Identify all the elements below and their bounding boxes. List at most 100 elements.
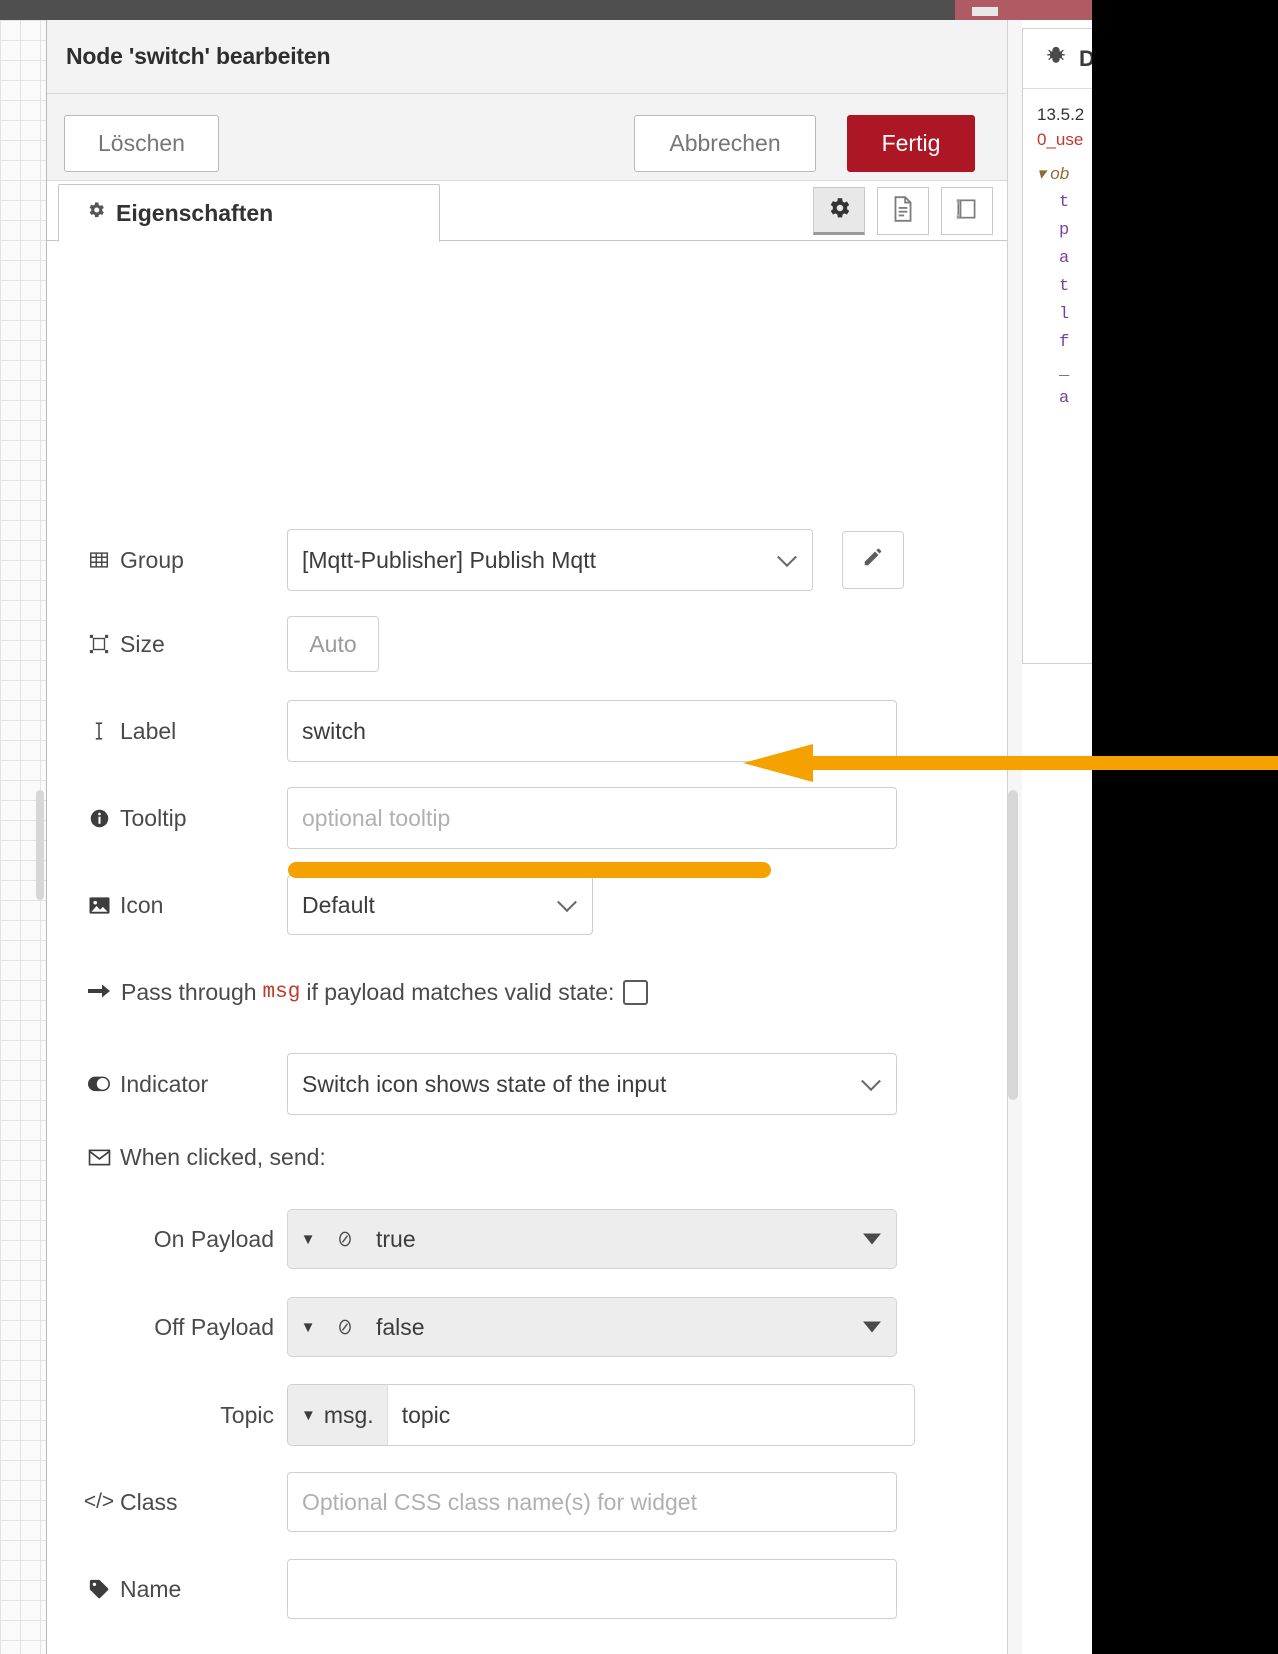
- tag-icon: [87, 1578, 111, 1600]
- topic-typed-input[interactable]: ▼ msg. topic: [287, 1384, 915, 1446]
- tab-icon-appearance[interactable]: [941, 187, 993, 235]
- label-label-wrap: Label: [47, 718, 287, 745]
- tab-icon-description[interactable]: [877, 187, 929, 235]
- indicator-value: Switch icon shows state of the input: [302, 1070, 667, 1097]
- field-row-indicator: Indicator Switch icon shows state of the…: [47, 1053, 1009, 1115]
- tab-properties[interactable]: Eigenschaften: [58, 184, 440, 242]
- pass-through-code: msg: [262, 981, 301, 1004]
- toggle-icon: [87, 1075, 111, 1093]
- delete-button[interactable]: Löschen: [64, 115, 219, 172]
- dialog-header: Node 'switch' bearbeiten: [47, 20, 1007, 94]
- topic-prefix-label: msg.: [323, 1401, 374, 1428]
- size-auto-button[interactable]: Auto: [287, 616, 379, 672]
- indicator-label: Indicator: [120, 1070, 209, 1097]
- chevron-down-icon[interactable]: ▼: [288, 1319, 328, 1336]
- field-row-pass-through: Pass through msg if payload matches vali…: [47, 979, 1009, 1006]
- on-payload-value: true: [376, 1225, 416, 1252]
- table-icon: [87, 549, 111, 571]
- bug-icon: [1045, 45, 1067, 73]
- on-payload-label-wrap: On Payload: [47, 1226, 287, 1253]
- topic-label-wrap: Topic: [47, 1402, 287, 1429]
- pencil-icon: [862, 546, 884, 574]
- annotation-arrow: [743, 744, 1278, 782]
- tab-properties-label: Eigenschaften: [116, 199, 274, 226]
- arrow-right-icon: [87, 980, 111, 1006]
- tab-strip: Eigenschaften: [47, 181, 1007, 242]
- field-row-name: Name: [47, 1559, 1009, 1619]
- gear-icon: [86, 200, 106, 226]
- document-icon: [890, 195, 916, 228]
- class-label-wrap: </> Class: [47, 1489, 287, 1516]
- field-row-off-payload: Off Payload ▼ false: [47, 1297, 1009, 1357]
- boolean-type-icon: [328, 1317, 362, 1337]
- group-select[interactable]: [Mqtt-Publisher] Publish Mqtt: [287, 529, 813, 591]
- class-placeholder: Optional CSS class name(s) for widget: [302, 1488, 697, 1515]
- browser-topbar: [0, 0, 1278, 20]
- name-label: Name: [120, 1575, 182, 1602]
- off-payload-label-wrap: Off Payload: [47, 1314, 287, 1341]
- dialog-scrollbar[interactable]: [1008, 790, 1018, 1100]
- gear-icon: [826, 195, 852, 226]
- screenshot-black-overlay: [1092, 0, 1278, 1654]
- expand-caret-icon[interactable]: [863, 1321, 881, 1333]
- topic-label: Topic: [220, 1401, 274, 1428]
- tooltip-input[interactable]: optional tooltip: [287, 787, 897, 849]
- pass-through-text-before: Pass through: [121, 979, 257, 1005]
- canvas-scrollbar[interactable]: [36, 790, 44, 900]
- tooltip-label-wrap: Tooltip: [47, 805, 287, 832]
- edit-group-button[interactable]: [842, 531, 904, 589]
- group-value: [Mqtt-Publisher] Publish Mqtt: [302, 546, 597, 573]
- off-payload-typed-input[interactable]: ▼ false: [287, 1297, 897, 1357]
- resize-icon: [87, 633, 111, 655]
- edit-node-dialog: Node 'switch' bearbeiten Löschen Abbrech…: [46, 20, 1008, 1654]
- indicator-select[interactable]: Switch icon shows state of the input: [287, 1053, 897, 1115]
- size-label: Size: [120, 630, 165, 657]
- layout-icon: [954, 196, 980, 227]
- expand-caret-icon[interactable]: [863, 1233, 881, 1245]
- name-input[interactable]: [287, 1559, 897, 1619]
- icon-label-wrap: Icon: [47, 892, 287, 919]
- class-label: Class: [120, 1488, 178, 1515]
- when-clicked-label-wrap: When clicked, send:: [47, 1144, 326, 1171]
- when-clicked-header: When clicked, send:: [47, 1137, 1009, 1177]
- annotation-underline: [288, 862, 771, 878]
- tab-icon-properties[interactable]: [813, 187, 865, 235]
- topic-value: topic: [401, 1401, 451, 1428]
- topbar-button-glyph: [972, 7, 998, 16]
- size-label-wrap: Size: [47, 631, 287, 658]
- field-row-tooltip: Tooltip optional tooltip: [47, 787, 1009, 849]
- dialog-toolbar: Löschen Abbrechen Fertig: [47, 94, 1007, 181]
- envelope-icon: [87, 1148, 111, 1167]
- field-row-on-payload: On Payload ▼ true: [47, 1209, 1009, 1269]
- chevron-down-icon: ▼: [301, 1406, 316, 1424]
- tooltip-label: Tooltip: [120, 804, 187, 831]
- on-payload-typed-input[interactable]: ▼ true: [287, 1209, 897, 1269]
- page-title: Node 'switch' bearbeiten: [66, 43, 331, 69]
- screen: D 13.5.2 0_use ▾ ob t p a t l f _ a Node…: [0, 0, 1278, 1654]
- text-cursor-icon: [87, 720, 111, 742]
- field-row-size: Size Auto: [47, 616, 1009, 672]
- label-field-label: Label: [120, 717, 177, 744]
- image-icon: [87, 895, 111, 916]
- when-clicked-label: When clicked, send:: [120, 1143, 326, 1170]
- done-button[interactable]: Fertig: [847, 115, 975, 172]
- off-payload-label: Off Payload: [154, 1313, 274, 1340]
- group-label: Group: [120, 546, 184, 573]
- pass-through-text-after: if payload matches valid state:: [306, 979, 615, 1005]
- field-row-topic: Topic ▼ msg. topic: [47, 1384, 1009, 1446]
- group-label-wrap: Group: [47, 547, 287, 574]
- tooltip-placeholder: optional tooltip: [302, 804, 451, 831]
- icon-value: Default: [302, 891, 375, 918]
- info-icon: [87, 808, 111, 829]
- topic-type-prefix[interactable]: ▼ msg.: [288, 1385, 388, 1445]
- indicator-label-wrap: Indicator: [47, 1071, 287, 1098]
- off-payload-value: false: [376, 1313, 425, 1340]
- topbar-button[interactable]: [955, 0, 1092, 20]
- on-payload-label: On Payload: [153, 1225, 274, 1252]
- pass-through-checkbox[interactable]: [623, 980, 649, 1005]
- cancel-button[interactable]: Abbrechen: [634, 115, 816, 172]
- class-input[interactable]: Optional CSS class name(s) for widget: [287, 1472, 897, 1532]
- chevron-down-icon[interactable]: ▼: [288, 1231, 328, 1248]
- field-row-group: Group [Mqtt-Publisher] Publish Mqtt: [47, 529, 1009, 591]
- icon-select[interactable]: Default: [287, 875, 593, 935]
